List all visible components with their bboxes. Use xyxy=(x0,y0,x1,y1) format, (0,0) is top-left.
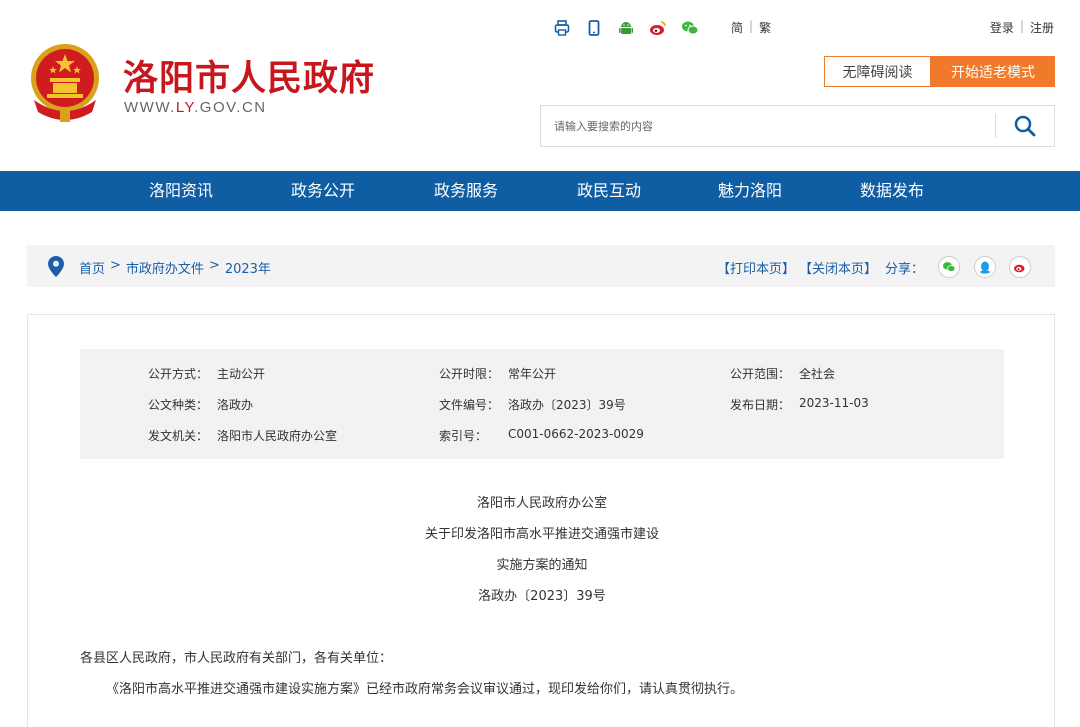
elder-mode-button[interactable]: 开始适老模式 xyxy=(931,56,1055,87)
close-page-link[interactable]: 【关闭本页】 xyxy=(799,258,877,277)
accessibility-buttons: 无障碍阅读 开始适老模式 xyxy=(824,56,1055,87)
nav-item-government-affairs[interactable]: 政务公开 xyxy=(291,171,355,211)
lang-separator: | xyxy=(749,19,754,33)
national-emblem-icon xyxy=(31,44,99,122)
document-title-line1: 关于印发洛阳市高水平推进交通强市建设 xyxy=(424,527,659,542)
meta-disclosure-method: 公开方式： 主动公开 xyxy=(148,367,266,381)
meta-publish-date: 发布日期： 2023-11-03 xyxy=(730,396,869,412)
auth-links: 登录 | 注册 xyxy=(990,19,1054,36)
auth-separator: | xyxy=(1019,19,1024,33)
site-header: 洛阳市人民政府 WWW.LY.GOV.CN 简 | 繁 登录 | 注册 无障碍阅… xyxy=(0,0,1080,171)
document-title-line2: 实施方案的通知 xyxy=(496,558,588,573)
document-number: 洛政办〔2023〕39号 xyxy=(478,589,606,604)
page-tools: 【打印本页】 【关闭本页】 xyxy=(717,258,877,277)
article-container: 公开方式： 主动公开 公开时限： 常年公开 公开范围： 全社会 公文种类： 洛政办 文件… xyxy=(27,314,1055,727)
breadcrumb-docs-link[interactable]: 市政府办文件 xyxy=(126,258,204,277)
document-issuer: 洛阳市人民政府办公室 xyxy=(476,496,607,511)
document-metadata-table: 公开方式： 主动公开 公开时限： 常年公开 公开范围： 全社会 公文种类： 洛政办 文件… xyxy=(80,349,1004,459)
android-robot-icon[interactable] xyxy=(617,19,635,37)
breadcrumb-bar: 首页 > 市政府办文件 > 2023年 【打印本页】 【关闭本页】 分享： xyxy=(27,245,1055,287)
breadcrumb-separator: > xyxy=(110,258,121,273)
meta-issuing-agency: 发文机关： 洛阳市人民政府办公室 xyxy=(148,429,338,443)
breadcrumb-separator: > xyxy=(208,258,220,273)
nav-item-government-services[interactable]: 政务服务 xyxy=(434,171,498,211)
meta-disclosure-scope: 公开范围： 全社会 xyxy=(730,367,836,381)
login-link[interactable]: 登录 xyxy=(990,19,1014,36)
nav-item-interaction[interactable]: 政民互动 xyxy=(577,171,641,211)
breadcrumb: 首页 > 市政府办文件 > 2023年 xyxy=(79,258,271,277)
wechat-icon[interactable] xyxy=(681,19,699,37)
top-icon-bar xyxy=(553,19,699,37)
nav-item-charming-luoyang[interactable]: 魅力洛阳 xyxy=(718,171,782,211)
print-icon[interactable] xyxy=(553,19,571,37)
share-wechat-button[interactable] xyxy=(938,256,960,278)
main-nav: 洛阳资讯 政务公开 政务服务 政民互动 魅力洛阳 数据发布 xyxy=(0,171,1080,211)
site-title[interactable]: 洛阳市人民政府 xyxy=(123,50,375,101)
print-page-link[interactable]: 【打印本页】 xyxy=(717,258,795,277)
qq-icon xyxy=(980,261,990,274)
register-link[interactable]: 注册 xyxy=(1030,19,1054,36)
accessible-reading-button[interactable]: 无障碍阅读 xyxy=(824,56,931,87)
meta-document-type: 公文种类： 洛政办 xyxy=(148,398,254,412)
mobile-icon[interactable] xyxy=(585,19,603,37)
location-pin-icon xyxy=(48,256,64,277)
meta-disclosure-period: 公开时限： 常年公开 xyxy=(439,367,557,381)
lang-traditional-link[interactable]: 繁 xyxy=(759,19,771,36)
site-url: WWW.LY.GOV.CN xyxy=(124,99,267,116)
share-qzone-button[interactable] xyxy=(974,256,996,278)
wechat-icon xyxy=(943,262,956,272)
meta-index-number: 索引号： C001-0662-2023-0029 xyxy=(439,427,644,443)
lang-simplified-link[interactable]: 简 xyxy=(731,19,743,36)
search-box xyxy=(540,105,1055,147)
breadcrumb-home-link[interactable]: 首页 xyxy=(79,258,105,277)
document-paragraph: 《洛阳市高水平推进交通强市建设实施方案》已经市政府常务会议审议通过，现印发给你们… xyxy=(106,682,744,697)
weibo-icon xyxy=(1014,264,1025,273)
share-label: 分享： xyxy=(885,262,925,277)
meta-document-number: 文件编号： 洛政办〔2023〕39号 xyxy=(439,398,626,412)
search-button[interactable] xyxy=(996,106,1054,146)
nav-item-luoyang-news[interactable]: 洛阳资讯 xyxy=(149,171,213,211)
search-icon xyxy=(1014,115,1036,137)
nav-item-data-release[interactable]: 数据发布 xyxy=(860,171,924,211)
breadcrumb-year-link[interactable]: 2023年 xyxy=(225,258,271,277)
share-weibo-button[interactable] xyxy=(1009,256,1031,278)
language-switch: 简 | 繁 xyxy=(731,19,771,36)
search-input[interactable] xyxy=(541,106,995,146)
weibo-icon[interactable] xyxy=(649,19,667,37)
document-salutation: 各县区人民政府，市人民政府有关部门，各有关单位： xyxy=(80,651,393,666)
